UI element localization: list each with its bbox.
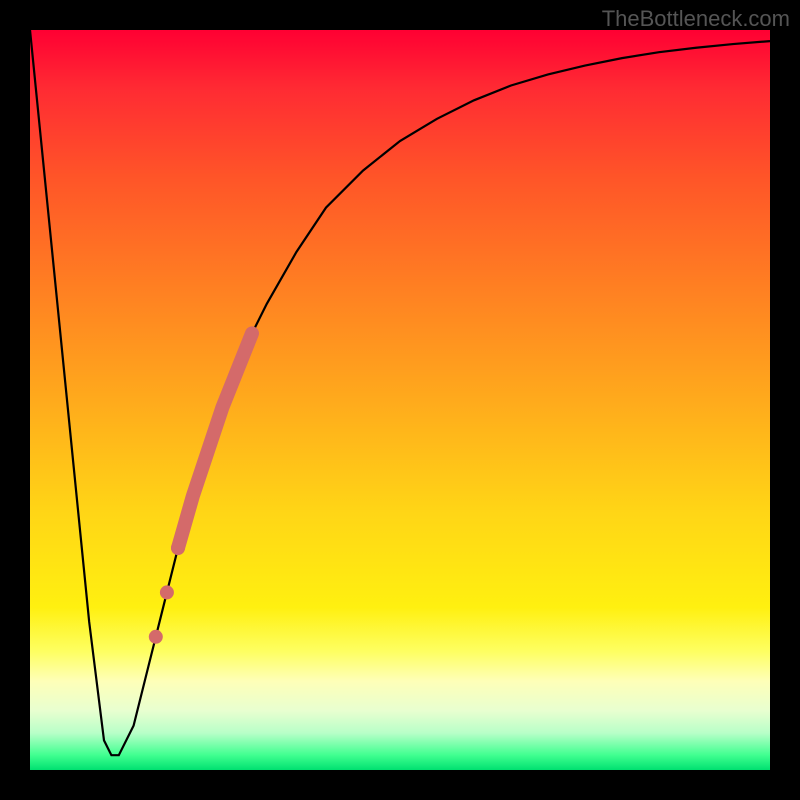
highlight-dots <box>149 541 185 644</box>
chart-container: TheBottleneck.com <box>0 0 800 800</box>
chart-svg <box>30 30 770 770</box>
highlight-segment <box>178 333 252 548</box>
plot-area <box>30 30 770 770</box>
highlight-dot <box>160 585 174 599</box>
highlight-dot <box>171 541 185 555</box>
watermark-text: TheBottleneck.com <box>602 6 790 32</box>
highlight-dot <box>149 630 163 644</box>
bottleneck-curve <box>30 30 770 755</box>
